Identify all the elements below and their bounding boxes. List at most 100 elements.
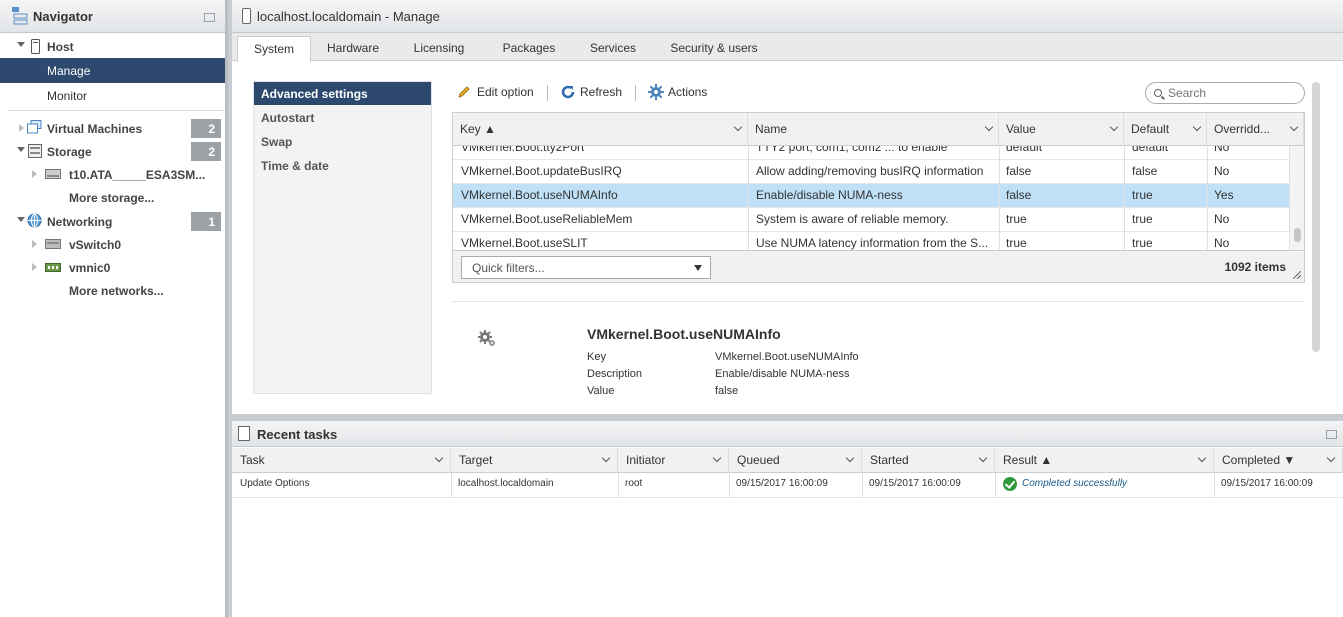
refresh-label: Refresh	[580, 85, 623, 99]
nav-more-storage[interactable]: More storage...	[0, 186, 225, 209]
task-column-task[interactable]: Task	[232, 448, 451, 473]
tab-hardware[interactable]: Hardware	[318, 36, 388, 61]
task-column-initiator[interactable]: Initiator	[618, 448, 729, 473]
chevron-down-icon[interactable]	[1192, 122, 1202, 132]
tab-licensing[interactable]: Licensing	[404, 36, 474, 61]
collapse-icon[interactable]	[17, 217, 25, 222]
column-header-label: Name	[755, 122, 788, 136]
networking-count-badge: 1	[191, 212, 221, 231]
cell-divider	[999, 232, 1000, 250]
table-row[interactable]: VMkernel.Boot.updateBusIRQ Allow adding/…	[453, 160, 1289, 184]
manage-panel: localhost.localdomain - Manage System Ha…	[232, 0, 1343, 414]
tab-services[interactable]: Services	[578, 36, 648, 61]
navigator-title: Navigator	[33, 9, 93, 24]
nav-item-vswitch0[interactable]: vSwitch0	[0, 233, 225, 256]
column-header-label: Completed ▼	[1222, 453, 1296, 467]
grid-scrollbar[interactable]	[1289, 146, 1304, 250]
more-networks-link[interactable]: More networks...	[69, 284, 164, 298]
storage-count-badge: 2	[191, 142, 221, 161]
cell-divider	[748, 160, 749, 184]
chevron-down-icon[interactable]	[601, 453, 611, 463]
vm-count-badge: 2	[191, 119, 221, 138]
cell-divider	[999, 208, 1000, 232]
cell-divider	[748, 208, 749, 232]
table-row[interactable]: VMkernel.Boot.useReliableMem System is a…	[453, 208, 1289, 232]
item-count: 1092 items	[1224, 260, 1286, 274]
menu-swap[interactable]: Swap	[254, 130, 431, 153]
chevron-down-icon[interactable]	[1109, 122, 1119, 132]
nav-item-host[interactable]: Host	[0, 35, 225, 58]
column-header-value[interactable]: Value	[999, 113, 1124, 146]
toolbar-separator	[635, 85, 636, 101]
tab-packages[interactable]: Packages	[494, 36, 564, 61]
nav-item-virtual-machines[interactable]: Virtual Machines 2	[0, 117, 225, 140]
expand-icon[interactable]	[32, 170, 37, 178]
task-column-completed[interactable]: Completed ▼	[1214, 448, 1343, 473]
column-header-key[interactable]: Key ▲	[453, 113, 748, 146]
expand-icon[interactable]	[32, 240, 37, 248]
nic-icon	[45, 263, 61, 272]
nav-more-networks[interactable]: More networks...	[0, 279, 225, 302]
tab-system[interactable]: System	[237, 36, 311, 62]
nav-divider	[8, 110, 225, 111]
search-icon	[1154, 89, 1162, 97]
cell-divider	[748, 184, 749, 208]
cell-default: true	[1132, 212, 1153, 226]
scrollbar-thumb[interactable]	[1294, 228, 1301, 242]
recent-tasks-title: Recent tasks	[257, 427, 338, 442]
chevron-down-icon[interactable]	[1289, 122, 1299, 132]
panel-scrollbar[interactable]	[1312, 82, 1320, 352]
nav-item-storage[interactable]: Storage 2	[0, 140, 225, 163]
chevron-down-icon[interactable]	[1326, 453, 1336, 463]
chevron-down-icon[interactable]	[733, 122, 743, 132]
cell-divider	[1207, 208, 1208, 232]
tab-security-users[interactable]: Security & users	[664, 36, 764, 61]
task-column-queued[interactable]: Queued	[729, 448, 862, 473]
menu-advanced-settings[interactable]: Advanced settings	[254, 82, 431, 105]
menu-time-date[interactable]: Time & date	[254, 154, 431, 177]
chevron-down-icon[interactable]	[1197, 453, 1207, 463]
task-result[interactable]: Completed successfully	[1022, 478, 1127, 489]
collapse-icon[interactable]	[17, 147, 25, 152]
expand-icon[interactable]	[32, 263, 37, 271]
quick-filters-dropdown[interactable]: Quick filters...	[461, 256, 711, 279]
column-header-overridden[interactable]: Overridd...	[1207, 113, 1304, 146]
task-column-started[interactable]: Started	[862, 448, 995, 473]
cell-divider	[618, 473, 619, 497]
column-header-label: Key ▲	[460, 122, 496, 136]
nav-item-datastore[interactable]: t10.ATA_____ESA3SM...	[0, 163, 225, 186]
chevron-down-icon[interactable]	[845, 453, 855, 463]
search-box[interactable]	[1145, 82, 1305, 104]
table-row[interactable]: VMkernel.Boot.tty2Port TTY2 port; com1, …	[453, 146, 1289, 160]
cell-name: System is aware of reliable memory.	[756, 212, 949, 226]
more-storage-link[interactable]: More storage...	[69, 191, 154, 205]
cell-divider	[1124, 208, 1125, 232]
cell-value: default	[1006, 146, 1043, 154]
task-column-target[interactable]: Target	[451, 448, 618, 473]
chevron-down-icon[interactable]	[978, 453, 988, 463]
task-column-result[interactable]: Result ▲	[995, 448, 1214, 473]
minimize-icon[interactable]	[1326, 430, 1337, 439]
expand-icon[interactable]	[19, 124, 24, 132]
nav-item-manage[interactable]: Manage	[0, 58, 225, 83]
chevron-down-icon[interactable]	[712, 453, 722, 463]
column-header-name[interactable]: Name	[748, 113, 999, 146]
menu-autostart[interactable]: Autostart	[254, 106, 431, 129]
nav-item-networking[interactable]: Networking 1	[0, 210, 225, 233]
chevron-down-icon[interactable]	[984, 122, 994, 132]
column-header-label: Result ▲	[1003, 453, 1053, 467]
cell-default: true	[1132, 236, 1153, 250]
cell-divider	[1124, 184, 1125, 208]
table-row-selected[interactable]: VMkernel.Boot.useNUMAInfo Enable/disable…	[453, 184, 1289, 208]
collapse-icon[interactable]	[17, 42, 25, 47]
nav-item-vmnic0[interactable]: vmnic0	[0, 256, 225, 279]
detail-value-label: Value	[587, 385, 615, 397]
chevron-down-icon[interactable]	[434, 453, 444, 463]
nav-item-monitor[interactable]: Monitor	[0, 84, 225, 107]
column-header-default[interactable]: Default	[1124, 113, 1207, 146]
cell-divider	[999, 184, 1000, 208]
table-row[interactable]: VMkernel.Boot.useSLIT Use NUMA latency i…	[453, 232, 1289, 250]
minimize-icon[interactable]	[204, 13, 215, 22]
resize-handle-icon[interactable]	[1293, 271, 1301, 279]
search-input[interactable]	[1168, 86, 1298, 100]
